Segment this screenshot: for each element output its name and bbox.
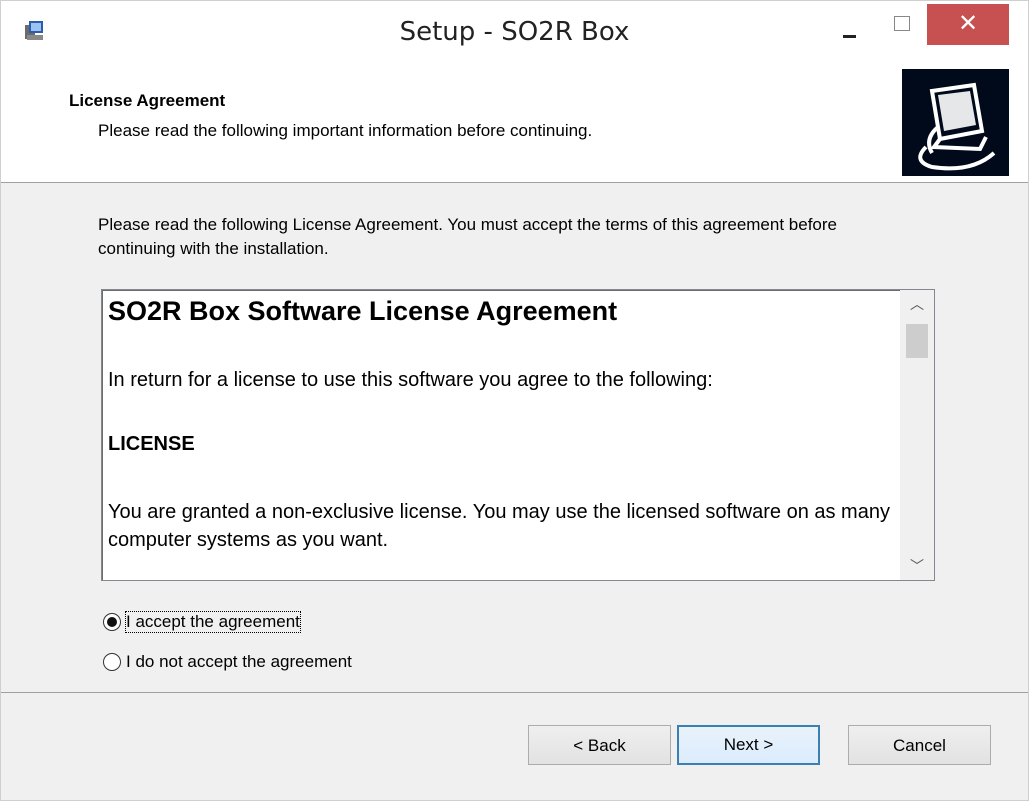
chevron-down-icon[interactable]: ﹀ xyxy=(900,552,934,580)
license-content: SO2R Box Software License Agreement In r… xyxy=(108,296,898,551)
license-paragraph: In return for a license to use this soft… xyxy=(108,369,713,391)
accept-radio[interactable] xyxy=(103,613,121,631)
license-heading: SO2R Box Software License Agreement xyxy=(108,296,618,326)
license-section-title: LICENSE xyxy=(108,433,195,455)
accept-label[interactable]: I accept the agreement xyxy=(125,611,301,633)
vertical-scrollbar[interactable]: ︿ ﹀ xyxy=(900,290,934,580)
page-title: License Agreement xyxy=(69,91,226,110)
license-text-box[interactable]: SO2R Box Software License Agreement In r… xyxy=(101,289,935,581)
back-button[interactable]: < Back xyxy=(528,725,671,765)
decline-radio[interactable] xyxy=(103,653,121,671)
accept-option[interactable]: I accept the agreement xyxy=(103,611,301,633)
cancel-button[interactable]: Cancel xyxy=(848,725,991,765)
setup-window: Setup - SO2R Box ✕ License Agreement Ple… xyxy=(0,0,1029,801)
minimize-button[interactable] xyxy=(833,13,867,43)
license-paragraph: You are granted a non-exclusive license.… xyxy=(108,501,890,551)
scroll-thumb[interactable] xyxy=(906,324,928,358)
chevron-up-icon[interactable]: ︿ xyxy=(900,290,934,318)
title-bar[interactable]: Setup - SO2R Box ✕ xyxy=(1,1,1028,59)
footer-divider xyxy=(1,692,1028,693)
decline-option[interactable]: I do not accept the agreement xyxy=(103,652,352,672)
maximize-button[interactable] xyxy=(881,13,915,43)
close-button[interactable]: ✕ xyxy=(927,4,1009,45)
license-instructions: Please read the following License Agreem… xyxy=(98,215,837,258)
computer-install-icon xyxy=(902,69,1009,176)
page-subtitle: Please read the following important info… xyxy=(98,121,593,140)
next-button[interactable]: Next > xyxy=(677,725,820,765)
window-title: Setup - SO2R Box xyxy=(399,17,630,47)
decline-label[interactable]: I do not accept the agreement xyxy=(126,652,352,672)
